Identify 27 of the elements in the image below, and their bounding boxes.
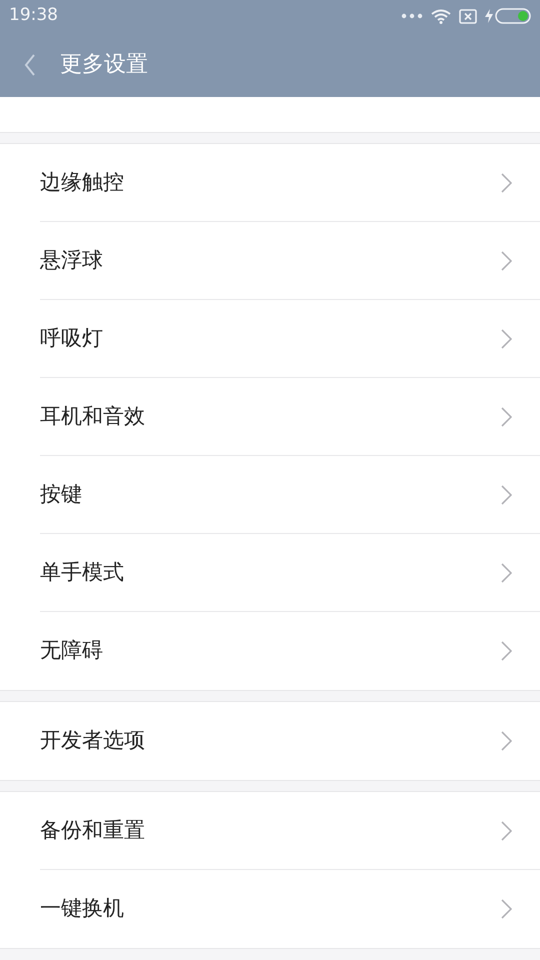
settings-row[interactable]: 边缘触控: [40, 144, 540, 222]
settings-row[interactable]: 呼吸灯: [40, 300, 540, 378]
charging-icon: [485, 9, 493, 23]
chevron-right-icon: [501, 328, 512, 348]
sim-card-x-icon: [459, 8, 477, 24]
settings-row[interactable]: 按键: [40, 456, 540, 534]
battery-icon: [495, 8, 531, 24]
status-time: 19:38: [9, 4, 58, 28]
settings-row[interactable]: 耳机和音效: [40, 378, 540, 456]
chevron-right-icon: [501, 820, 512, 840]
settings-row[interactable]: 无障碍: [40, 612, 540, 690]
settings-row[interactable]: 单手模式: [40, 534, 540, 612]
chevron-right-icon: [501, 731, 512, 751]
chevron-right-icon: [501, 899, 512, 919]
wifi-icon: [431, 8, 451, 24]
chevron-right-icon: [501, 172, 512, 192]
page-title: 更多设置: [60, 51, 148, 79]
settings-row[interactable]: 备份和重置: [40, 792, 540, 870]
chevron-right-icon: [501, 562, 512, 582]
back-icon[interactable]: [24, 54, 36, 76]
chevron-right-icon: [501, 484, 512, 504]
chevron-right-icon: [501, 250, 512, 270]
more-icon: [401, 13, 423, 19]
chevron-right-icon: [501, 641, 512, 661]
settings-row[interactable]: 一键换机: [40, 870, 540, 948]
settings-row[interactable]: 悬浮球: [40, 222, 540, 300]
chevron-right-icon: [501, 406, 512, 426]
